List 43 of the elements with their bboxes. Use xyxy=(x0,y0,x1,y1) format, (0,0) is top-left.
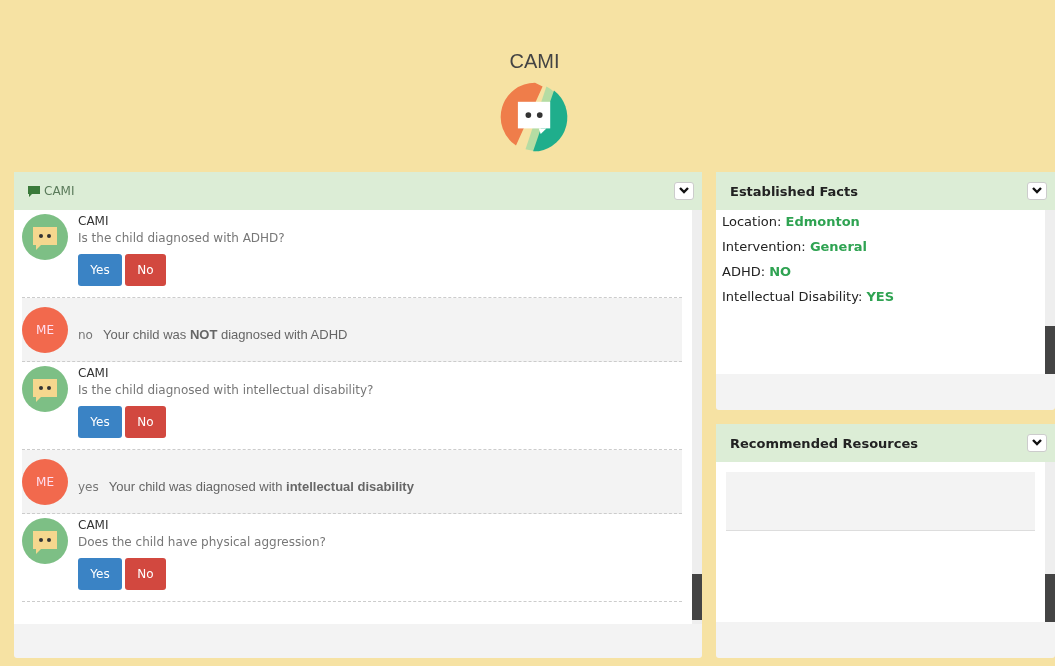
collapse-button[interactable] xyxy=(1027,434,1047,452)
panel-title: Recommended Resources xyxy=(730,435,918,451)
fact-label: ADHD: xyxy=(722,264,766,279)
scrollbar[interactable] xyxy=(692,210,702,624)
bot-avatar-icon xyxy=(22,366,68,412)
fact-label: Intellectual Disability: xyxy=(722,289,863,304)
question-text: Is the child diagnosed with ADHD? xyxy=(78,231,285,245)
sender-name: CAMI xyxy=(78,366,110,380)
fact-value: Edmonton xyxy=(785,214,860,229)
fact-label: Location: xyxy=(722,214,782,229)
chevron-down-icon xyxy=(1032,439,1042,447)
chevron-down-icon xyxy=(679,187,689,195)
fact-value: YES xyxy=(866,289,895,304)
collapse-button[interactable] xyxy=(1027,182,1047,200)
user-avatar: ME xyxy=(22,306,68,353)
scrollbar[interactable] xyxy=(1045,462,1055,622)
answer-button[interactable]: Yes xyxy=(78,406,122,438)
answer-button[interactable]: Yes xyxy=(78,558,122,590)
user-avatar: ME xyxy=(22,458,68,505)
panel-title: Established Facts xyxy=(730,183,858,199)
fact-value: General xyxy=(809,239,868,254)
answer-button[interactable]: No xyxy=(125,558,166,590)
bot-avatar-icon xyxy=(22,518,68,564)
answer-text: no xyxy=(78,327,93,342)
chevron-down-icon xyxy=(1032,187,1042,195)
app-title: CAMI xyxy=(509,50,560,73)
answer-button[interactable]: No xyxy=(125,406,166,438)
question-text: Is the child diagnosed with intellectual disability? xyxy=(78,383,374,397)
question-text: Does the child have physical aggression? xyxy=(78,535,326,549)
sender-name: CAMI xyxy=(78,518,110,532)
collapse-button[interactable] xyxy=(674,182,694,200)
bot-avatar-icon xyxy=(22,214,68,260)
panel-title: CAMI xyxy=(44,184,75,198)
reply-text: Your child was diagnosed with intellectual disability xyxy=(108,479,414,494)
answer-text: yes xyxy=(78,479,99,494)
sender-name: CAMI xyxy=(78,214,110,228)
chat-bubble-icon xyxy=(28,185,40,197)
reply-text: Your child was NOT diagnosed with ADHD xyxy=(102,327,348,342)
answer-button[interactable]: Yes xyxy=(78,254,122,286)
answer-button[interactable]: No xyxy=(125,254,166,286)
fact-label: Intervention: xyxy=(722,239,806,254)
fact-value: NO xyxy=(769,264,792,279)
scrollbar[interactable] xyxy=(1045,210,1055,374)
